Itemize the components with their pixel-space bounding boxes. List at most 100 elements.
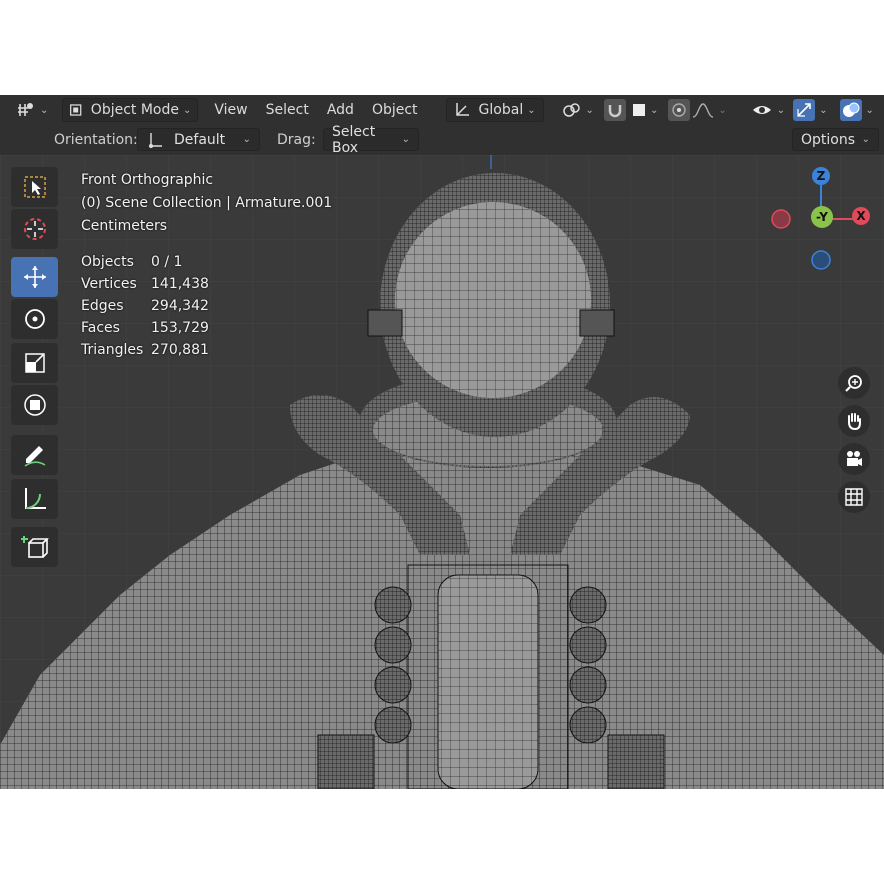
stat-value: 270,881: [151, 342, 209, 358]
stat-label: Faces: [81, 320, 120, 336]
stat-value: 153,729: [151, 320, 209, 336]
units-label: Centimeters: [81, 218, 168, 234]
chevron-down-icon: ⌄: [585, 104, 594, 116]
magnet-icon: [608, 105, 622, 118]
object-mode-icon: [70, 104, 82, 116]
options-label: Options: [801, 131, 856, 148]
options-dropdown[interactable]: Options ⌄: [792, 128, 879, 151]
proportional-edit-icon: [672, 103, 687, 117]
drag-dropdown[interactable]: Select Box ⌄: [323, 124, 419, 156]
move-icon: [23, 266, 46, 288]
add-cube-tool[interactable]: [11, 527, 58, 567]
stat-label: Triangles: [81, 342, 144, 358]
viewport-info: Front Orthographic (0) Scene Collection …: [81, 169, 332, 238]
collection-info: (0) Scene Collection | Armature.001: [81, 195, 333, 211]
orientation-axes-icon: [455, 103, 469, 116]
overlays-toggle[interactable]: [839, 99, 862, 121]
chevron-down-icon: ⌄: [242, 134, 251, 145]
orientation-dropdown[interactable]: Default ⌄: [137, 128, 260, 151]
cursor-tool[interactable]: [11, 209, 58, 249]
select-box-tool[interactable]: [11, 167, 58, 207]
tool-settings-bar: Orientation: Default ⌄ Drag: Select Box …: [0, 124, 884, 156]
link-icon: [562, 103, 580, 117]
chevron-down-icon: ⌄: [527, 104, 536, 116]
perspective-toggle-button[interactable]: [838, 481, 870, 513]
select-box-icon: [23, 176, 46, 198]
add-cube-icon: [20, 536, 49, 558]
gizmo-toggle[interactable]: [793, 99, 816, 121]
cursor-icon: [23, 218, 46, 240]
menu-add[interactable]: Add: [321, 99, 360, 121]
editor-type-icon: [18, 103, 33, 116]
stat-value: 0 / 1: [151, 254, 183, 270]
orientation-axes-icon: [149, 132, 162, 148]
chevron-down-icon: ⌄: [718, 104, 727, 116]
grid-icon: [845, 488, 863, 506]
menu-view[interactable]: View: [208, 99, 253, 121]
stat-value: 141,438: [151, 276, 209, 292]
orientation-field-label: Orientation:: [54, 132, 138, 148]
chevron-down-icon: ⌄: [865, 104, 874, 116]
ruler-icon: [24, 488, 46, 509]
rotate-icon: [24, 309, 45, 329]
transform-tool[interactable]: [11, 385, 58, 425]
scale-icon: [24, 353, 45, 373]
zoom-icon: [845, 375, 862, 392]
pan-button[interactable]: [838, 405, 870, 437]
stat-row: Objects 0 / 1: [81, 251, 209, 273]
orientation-value: Default: [174, 131, 226, 148]
chevron-down-icon: ⌄: [40, 104, 49, 116]
camera-view-button[interactable]: [838, 443, 870, 475]
stat-label: Vertices: [81, 276, 137, 292]
view-name: Front Orthographic: [81, 172, 214, 188]
annotate-tool[interactable]: [11, 435, 58, 475]
camera-icon: [847, 451, 862, 466]
falloff-dropdown[interactable]: [692, 99, 714, 121]
chevron-down-icon: ⌄: [183, 104, 192, 116]
stat-label: Objects: [81, 254, 134, 270]
menu-object[interactable]: Object: [366, 99, 424, 121]
orientation-label: Global: [478, 102, 524, 118]
gizmo-axis-z[interactable]: Z: [812, 167, 830, 185]
stat-label: Edges: [81, 298, 124, 314]
eye-icon: [752, 106, 771, 114]
drag-value: Select Box: [332, 123, 376, 156]
drag-field-label: Drag:: [277, 132, 316, 148]
viewport-header: ⌄ Object Mode ⌄ View Select Add Object G…: [0, 95, 884, 125]
scale-tool[interactable]: [11, 343, 58, 383]
zoom-button[interactable]: [838, 367, 870, 399]
chevron-down-icon: ⌄: [861, 134, 870, 145]
measure-tool[interactable]: [11, 479, 58, 519]
chevron-down-icon: ⌄: [649, 104, 659, 116]
mode-label: Object Mode: [90, 102, 179, 118]
scene-statistics: Objects 0 / 1 Vertices 141,438 Edges 294,34…: [81, 251, 209, 361]
snap-toggle[interactable]: [603, 99, 626, 121]
editor-type-button[interactable]: ⌄: [10, 99, 54, 121]
menu-select[interactable]: Select: [260, 99, 315, 121]
chevron-down-icon: ⌄: [776, 104, 786, 116]
mode-dropdown[interactable]: Object Mode ⌄: [62, 98, 199, 122]
stat-row: Triangles 270,881: [81, 339, 209, 361]
stat-value: 294,342: [151, 298, 209, 314]
snap-target-dropdown[interactable]: [628, 99, 650, 121]
chevron-down-icon: ⌄: [819, 104, 828, 116]
rotate-tool[interactable]: [11, 299, 58, 339]
move-tool[interactable]: [11, 257, 58, 297]
blender-3d-viewport-window: ⌄ Object Mode ⌄ View Select Add Object G…: [0, 95, 884, 789]
transform-icon: [23, 394, 46, 416]
chevron-down-icon: ⌄: [401, 134, 410, 145]
overlays-icon: [842, 102, 859, 117]
transform-orientation-dropdown[interactable]: Global ⌄: [445, 98, 544, 122]
falloff-curve-icon: [693, 103, 714, 118]
gizmo-axis-y[interactable]: -Y: [811, 206, 833, 228]
hand-icon: [848, 413, 861, 431]
pencil-icon: [24, 446, 45, 467]
visibility-dropdown[interactable]: [751, 99, 773, 121]
proportional-editing-toggle[interactable]: [668, 99, 691, 121]
stat-row: Faces 153,729: [81, 317, 209, 339]
3d-viewport[interactable]: Front Orthographic (0) Scene Collection …: [0, 155, 884, 789]
gizmo-axis-x[interactable]: X: [852, 207, 870, 225]
pivot-point-dropdown[interactable]: ⌄: [556, 99, 600, 121]
stat-row: Edges 294,342: [81, 295, 209, 317]
stat-row: Vertices 141,438: [81, 273, 209, 295]
